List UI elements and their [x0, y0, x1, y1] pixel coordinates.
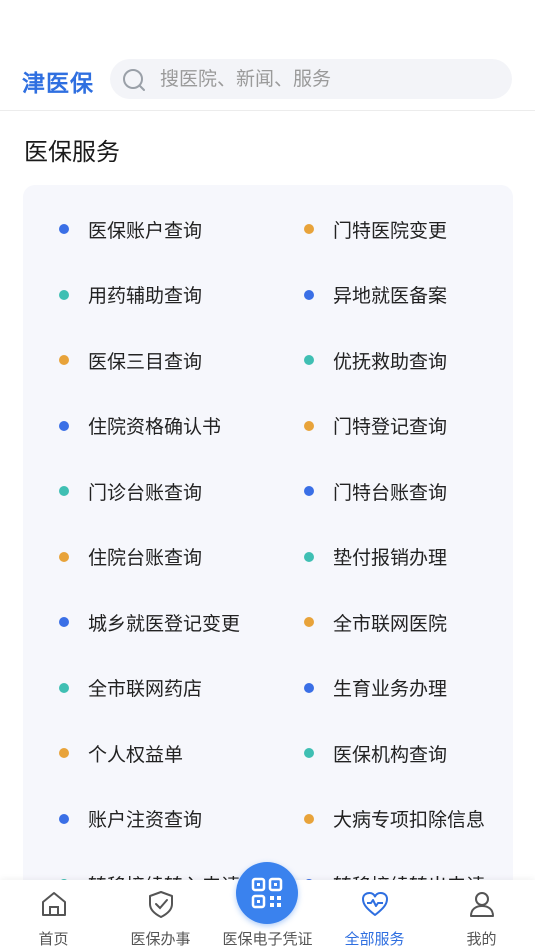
bullet-dot — [304, 486, 314, 496]
service-label: 账户注资查询 — [88, 809, 203, 831]
service-item[interactable]: 住院资格确认书 — [59, 406, 221, 446]
bullet-dot — [59, 420, 69, 431]
bullet-dot — [59, 682, 69, 693]
service-item[interactable]: 用药辅助查询 — [59, 275, 202, 315]
shield-check-icon — [149, 891, 173, 918]
bullet-dot — [59, 617, 69, 627]
services-card: 医保账户查询 门特医院变更用药辅助查询 异地就医备案医保三目查询 优抚救助查询住院资格… — [23, 185, 513, 905]
service-label: 生育业务办理 — [333, 678, 448, 700]
bullet-dot — [59, 748, 69, 758]
bullet-dot — [304, 224, 314, 234]
top-header: 津医保 — [0, 56, 535, 102]
service-label: 个人权益单 — [88, 743, 184, 766]
tab-home[interactable]: 首页 — [0, 880, 107, 951]
service-item[interactable]: 垫付报销办理 — [304, 537, 447, 577]
tab-label: 我的 — [466, 930, 497, 948]
app-logo: 津医保 — [22, 71, 94, 97]
tab-mine[interactable]: 我的 — [428, 880, 535, 951]
bullet-dot — [304, 682, 314, 693]
service-item[interactable]: 医保三目查询 — [59, 340, 202, 380]
service-label: 城乡就医登记变更 — [88, 612, 241, 635]
service-label: 异地就医备案 — [333, 285, 448, 307]
bullet-dot — [59, 551, 69, 562]
service-label: 门特医院变更 — [333, 219, 448, 242]
tab-label: 医保办事 — [130, 930, 191, 948]
service-item[interactable]: 全市联网医院 — [304, 602, 447, 642]
user-icon — [470, 892, 494, 917]
service-label: 门特登记查询 — [333, 416, 448, 438]
service-label: 医保三目查询 — [88, 350, 203, 373]
search-bar[interactable] — [110, 59, 512, 99]
service-item[interactable]: 门特台账查询 — [304, 471, 447, 511]
bullet-dot — [304, 420, 314, 431]
bullet-dot — [59, 813, 69, 824]
bullet-dot — [304, 355, 314, 365]
heart-pulse-icon — [362, 892, 388, 916]
bullet-dot — [304, 748, 314, 758]
service-item[interactable]: 医保机构查询 — [304, 733, 447, 773]
qr-code-icon — [251, 877, 283, 909]
service-label: 住院台账查询 — [88, 547, 203, 569]
tab-label: 全部服务 — [344, 930, 405, 948]
service-item[interactable]: 生育业务办理 — [304, 668, 447, 708]
service-label: 全市联网医院 — [333, 612, 448, 635]
bullet-dot — [59, 224, 69, 234]
search-input[interactable] — [160, 59, 500, 99]
bullet-dot — [304, 551, 314, 562]
service-label: 用药辅助查询 — [88, 285, 203, 307]
service-label: 医保机构查询 — [333, 743, 448, 766]
header-divider — [0, 110, 535, 111]
service-item[interactable]: 门诊台账查询 — [59, 471, 202, 511]
tab-label: 首页 — [38, 930, 69, 948]
service-item[interactable]: 大病专项扣除信息 — [304, 799, 485, 839]
tab-all-services[interactable]: 全部服务 — [321, 880, 428, 951]
service-item[interactable]: 全市联网药店 — [59, 668, 202, 708]
search-icon — [123, 69, 145, 91]
service-label: 垫付报销办理 — [333, 547, 448, 569]
page-title: 医保服务 — [24, 138, 120, 166]
service-label: 大病专项扣除信息 — [333, 809, 486, 831]
service-label: 门特台账查询 — [333, 481, 448, 504]
service-label: 优抚救助查询 — [333, 350, 448, 373]
service-item[interactable]: 城乡就医登记变更 — [59, 602, 240, 642]
bullet-dot — [59, 289, 69, 300]
service-item[interactable]: 门特登记查询 — [304, 406, 447, 446]
service-item[interactable]: 优抚救助查询 — [304, 340, 447, 380]
tab-medical-affairs[interactable]: 医保办事 — [107, 880, 214, 951]
e-voucher-button[interactable] — [236, 862, 298, 924]
service-label: 全市联网药店 — [88, 678, 203, 700]
service-item[interactable]: 住院台账查询 — [59, 537, 202, 577]
service-label: 医保账户查询 — [88, 219, 203, 242]
service-item[interactable]: 个人权益单 — [59, 733, 183, 773]
tab-label: 医保电子凭证 — [222, 930, 313, 948]
bullet-dot — [59, 355, 69, 365]
bullet-dot — [304, 617, 314, 627]
home-icon — [42, 892, 66, 916]
bullet-dot — [304, 813, 314, 824]
service-item[interactable]: 异地就医备案 — [304, 275, 447, 315]
service-item[interactable]: 门特医院变更 — [304, 209, 447, 249]
service-item[interactable]: 医保账户查询 — [59, 209, 202, 249]
service-item[interactable]: 账户注资查询 — [59, 799, 202, 839]
bullet-dot — [304, 289, 314, 300]
service-label: 门诊台账查询 — [88, 481, 203, 504]
bullet-dot — [59, 486, 69, 496]
service-label: 住院资格确认书 — [88, 416, 222, 438]
